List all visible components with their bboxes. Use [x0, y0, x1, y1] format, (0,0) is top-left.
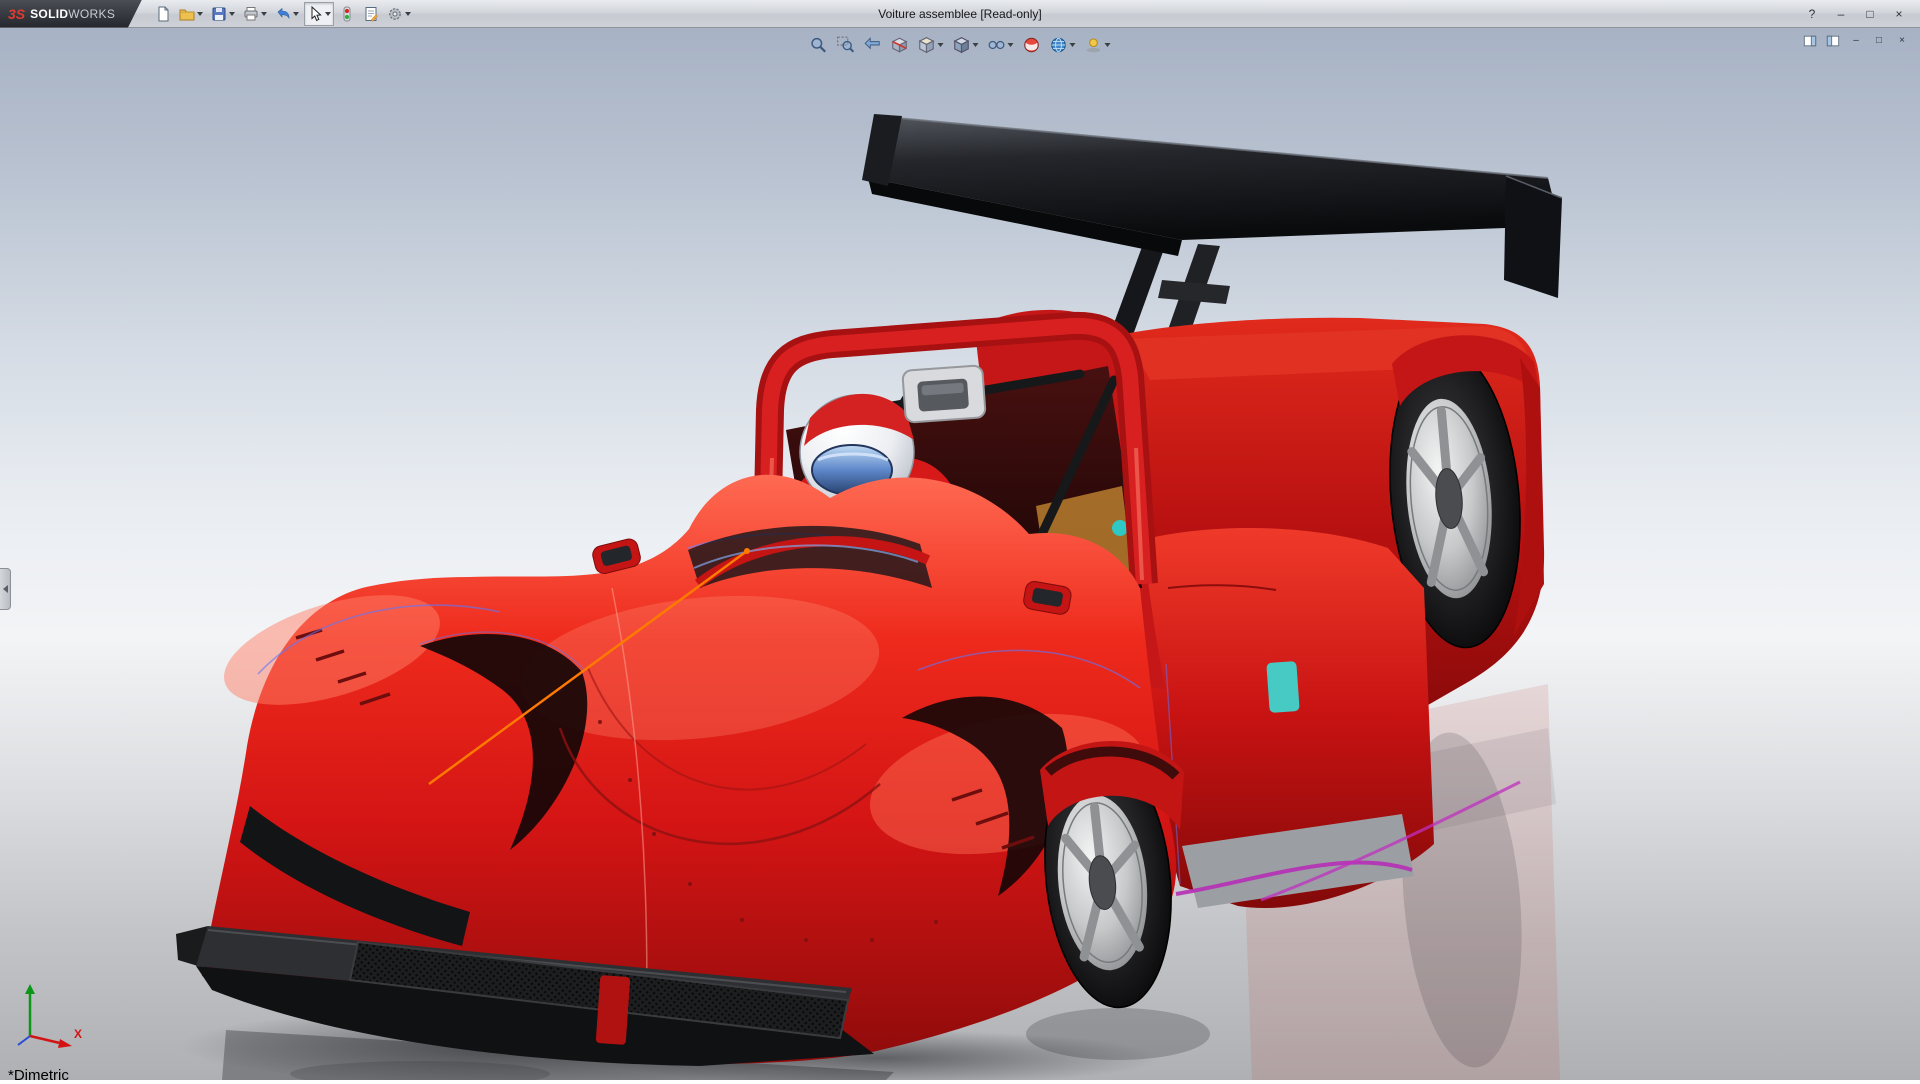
minimize-icon: – [1838, 8, 1845, 20]
car-model-3d[interactable] [0, 28, 1920, 1080]
cyan-decal[interactable] [1266, 661, 1299, 713]
hide-show-items-button[interactable] [985, 33, 1017, 57]
doc-close-icon: × [1899, 35, 1905, 46]
triad-z-axis [18, 1036, 30, 1045]
minimize-button[interactable]: – [1828, 4, 1854, 23]
options-icon [387, 6, 403, 22]
select-dropdown-caret [325, 12, 331, 16]
heads-up-view-toolbar [807, 33, 1114, 57]
print-dropdown-caret [261, 12, 267, 16]
apply-scene-button[interactable] [1047, 33, 1079, 57]
document-title: Voiture assemblee [Read-only] [878, 7, 1041, 21]
view-settings-button[interactable] [1082, 33, 1114, 57]
maximize-icon: □ [1866, 8, 1873, 20]
undo-icon [275, 6, 291, 22]
apply-scene-dropdown-caret [1070, 43, 1076, 47]
print-icon [243, 6, 259, 22]
doc-restore-icon: □ [1876, 35, 1882, 46]
display-style-icon [953, 36, 971, 54]
close-icon: × [1895, 8, 1902, 20]
triad-x-axis [58, 1039, 72, 1048]
doc-close-button[interactable]: × [1892, 32, 1912, 49]
section-view-button[interactable] [888, 33, 912, 57]
maximize-button[interactable]: □ [1857, 4, 1883, 23]
print-button[interactable] [240, 2, 270, 26]
display-style-dropdown-caret [973, 43, 979, 47]
edit-appearance-icon [1023, 36, 1041, 54]
select-button[interactable] [304, 2, 334, 26]
task-pane-right-button[interactable] [1823, 32, 1843, 49]
zoom-to-area-icon [837, 36, 855, 54]
section-view-icon [891, 36, 909, 54]
task-pane-left-button[interactable] [1800, 32, 1820, 49]
options-button[interactable] [384, 2, 414, 26]
task-pane-right-icon [1826, 34, 1840, 48]
file-properties-button[interactable] [360, 2, 382, 26]
help-button[interactable]: ? [1799, 4, 1825, 23]
save-button[interactable] [208, 2, 238, 26]
task-pane-left-icon [1803, 34, 1817, 48]
main-toolbar [152, 2, 414, 26]
undo-dropdown-caret [293, 12, 299, 16]
open-icon [179, 6, 195, 22]
new-document-icon [155, 6, 171, 22]
previous-view-icon [864, 36, 882, 54]
zoom-to-area-button[interactable] [834, 33, 858, 57]
triad-y-axis [25, 984, 35, 994]
solidworks-logo: 3S SOLIDWORKS [0, 0, 142, 28]
featuremanager-flyout-tab[interactable] [0, 568, 11, 610]
graphics-area[interactable]: –□× X *Dimetric [0, 28, 1920, 1080]
solidworks-logo-mark-icon: 3S [8, 6, 25, 22]
close-button[interactable]: × [1886, 4, 1912, 23]
apply-scene-icon [1050, 36, 1068, 54]
view-orientation-dropdown-caret [938, 43, 944, 47]
view-settings-icon [1085, 36, 1103, 54]
hide-show-items-icon [988, 36, 1006, 54]
rebuild-button[interactable] [336, 2, 358, 26]
hide-show-items-dropdown-caret [1008, 43, 1014, 47]
window-controls: ? – □ × [1799, 4, 1920, 23]
triad-x-label: X [74, 1027, 82, 1041]
edit-appearance-button[interactable] [1020, 33, 1044, 57]
select-icon [307, 6, 323, 22]
doc-restore-button[interactable]: □ [1869, 32, 1889, 49]
brand-text: SOLIDWORKS [30, 7, 115, 21]
help-icon: ? [1809, 8, 1816, 20]
doc-minimize-icon: – [1853, 35, 1859, 46]
view-orientation-button[interactable] [915, 33, 947, 57]
new-document-button[interactable] [152, 2, 174, 26]
view-orientation-icon [918, 36, 936, 54]
titlebar: 3S SOLIDWORKS Voiture assemblee [Read-on… [0, 0, 1920, 28]
document-controls: – □ × [1800, 32, 1912, 49]
rebuild-icon [339, 6, 355, 22]
view-orientation-label: *Dimetric [8, 1067, 69, 1084]
options-dropdown-caret [405, 12, 411, 16]
zoom-to-fit-icon [810, 36, 828, 54]
hoop-intake-box[interactable] [902, 365, 985, 422]
view-settings-dropdown-caret [1105, 43, 1111, 47]
open-button[interactable] [176, 2, 206, 26]
open-dropdown-caret [197, 12, 203, 16]
undo-button[interactable] [272, 2, 302, 26]
save-icon [211, 6, 227, 22]
save-dropdown-caret [229, 12, 235, 16]
file-properties-icon [363, 6, 379, 22]
reference-triad: X [12, 978, 90, 1056]
doc-minimize-button[interactable]: – [1846, 32, 1866, 49]
zoom-to-fit-button[interactable] [807, 33, 831, 57]
display-style-button[interactable] [950, 33, 982, 57]
previous-view-button[interactable] [861, 33, 885, 57]
